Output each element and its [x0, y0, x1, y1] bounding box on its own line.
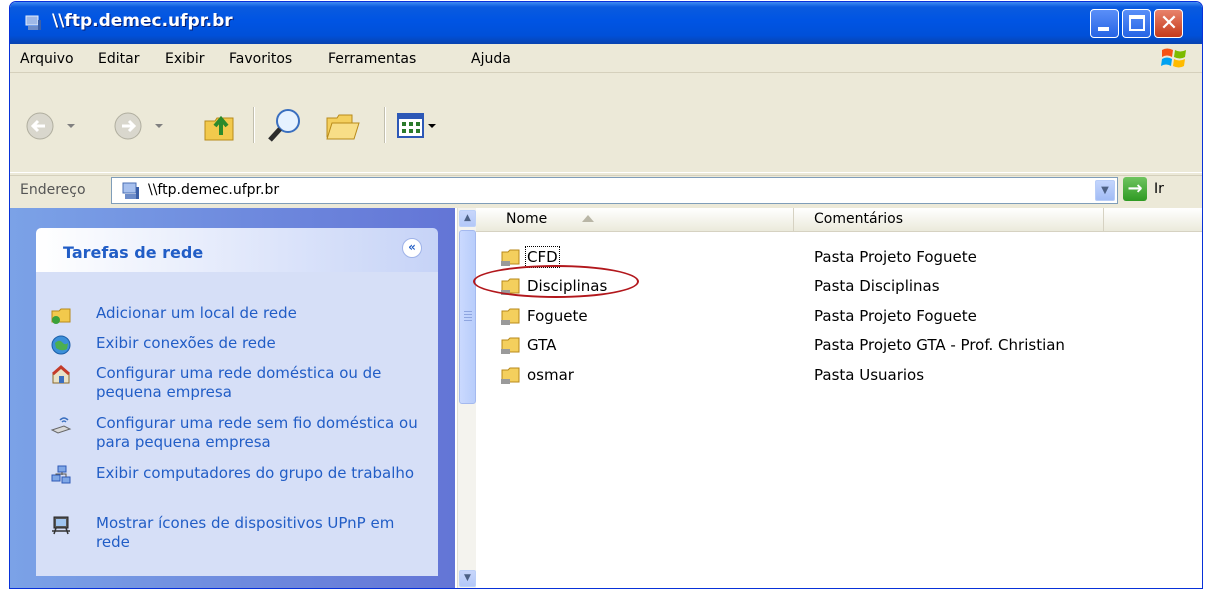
- task-panel-header[interactable]: Tarefas de rede «: [36, 228, 438, 272]
- go-arrow-icon[interactable]: →: [1123, 177, 1147, 201]
- column-header-empty: [1104, 208, 1202, 232]
- scrollbar-thumb[interactable]: [459, 230, 476, 404]
- vertical-scrollbar[interactable]: ▲ ▼: [457, 208, 476, 588]
- menu-bar: Arquivo Editar Exibir Favoritos Ferramen…: [10, 44, 1202, 73]
- minimize-button[interactable]: [1090, 9, 1119, 38]
- content-area: Tarefas de rede « Adicionar um local de …: [10, 208, 1202, 588]
- table-row[interactable]: osmar Pasta Usuarios: [476, 363, 1202, 388]
- wireless-network-icon: [50, 417, 72, 434]
- chevron-down-icon[interactable]: ▼: [1095, 180, 1115, 201]
- maximize-button[interactable]: [1122, 9, 1151, 38]
- table-row[interactable]: CFD Pasta Projeto Foguete: [476, 245, 1202, 270]
- folders-icon[interactable]: [324, 110, 364, 144]
- close-icon: ✕: [1159, 11, 1179, 36]
- toolbar-separator: [384, 107, 386, 143]
- column-header-nome[interactable]: Nome: [476, 208, 794, 232]
- task-list: Adicionar um local de rede Exibir conexõ…: [36, 272, 438, 576]
- file-name: GTA: [527, 336, 557, 354]
- file-comment: Pasta Projeto Foguete: [814, 307, 977, 325]
- network-drive-icon: [25, 15, 41, 30]
- shared-folder-icon: [501, 367, 520, 384]
- task-pane: Tarefas de rede « Adicionar um local de …: [10, 208, 455, 588]
- file-comment: Pasta Projeto Foguete: [814, 248, 977, 266]
- up-folder-icon[interactable]: [203, 109, 239, 143]
- address-label: Endereço: [20, 182, 86, 198]
- scroll-down-icon[interactable]: ▼: [459, 570, 476, 587]
- address-input[interactable]: \\ftp.demec.ufpr.br ▼: [111, 177, 1118, 204]
- network-connections-icon: [51, 335, 71, 355]
- forward-icon[interactable]: [113, 111, 169, 141]
- window-title: \\ftp.demec.ufpr.br: [52, 11, 233, 31]
- menu-favoritos[interactable]: Favoritos: [229, 51, 292, 67]
- maximize-icon: [1129, 15, 1145, 31]
- go-button[interactable]: Ir: [1154, 181, 1164, 197]
- menu-arquivo[interactable]: Arquivo: [20, 51, 74, 67]
- title-bar[interactable]: \\ftp.demec.ufpr.br ✕: [10, 2, 1202, 44]
- back-icon[interactable]: [25, 111, 81, 141]
- column-header-comentarios[interactable]: Comentários: [794, 208, 1104, 232]
- file-comment: Pasta Usuarios: [814, 366, 925, 384]
- file-comment: Pasta Projeto GTA - Prof. Christian: [814, 336, 1065, 354]
- task-panel-title: Tarefas de rede: [63, 243, 204, 262]
- address-bar: Endereço \\ftp.demec.ufpr.br ▼ → Ir: [10, 172, 1202, 209]
- address-value: \\ftp.demec.ufpr.br: [148, 182, 280, 198]
- file-list: Nome Comentários CFD Pasta Projeto Fogue…: [476, 208, 1202, 588]
- file-name: osmar: [527, 366, 574, 384]
- table-row[interactable]: Disciplinas Pasta Disciplinas: [476, 274, 1202, 299]
- explorer-window: \\ftp.demec.ufpr.br ✕ Arquivo Editar Exi…: [9, 1, 1203, 589]
- search-icon[interactable]: [266, 107, 306, 145]
- scroll-up-icon[interactable]: ▲: [459, 210, 476, 227]
- menu-exibir[interactable]: Exibir: [165, 51, 205, 67]
- menu-ferramentas[interactable]: Ferramentas: [328, 51, 416, 67]
- standard-toolbar: [10, 73, 1202, 176]
- file-name: Foguete: [527, 307, 588, 325]
- upnp-device-icon: [52, 516, 70, 535]
- collapse-chevron-icon[interactable]: «: [402, 238, 422, 258]
- home-network-icon: [52, 365, 70, 384]
- add-network-place-icon: [51, 308, 71, 324]
- shared-folder-icon: [501, 249, 520, 266]
- network-tasks-panel: Tarefas de rede « Adicionar um local de …: [36, 228, 438, 576]
- file-name: CFD: [525, 246, 560, 268]
- menu-editar[interactable]: Editar: [98, 51, 139, 67]
- views-icon[interactable]: [396, 112, 440, 140]
- file-comment: Pasta Disciplinas: [814, 277, 940, 295]
- shared-folder-icon: [501, 278, 520, 295]
- windows-logo-icon: [1161, 48, 1186, 68]
- network-drive-icon: [122, 182, 139, 199]
- shared-folder-icon: [501, 308, 520, 325]
- workgroup-computers-icon: [51, 465, 71, 484]
- table-row[interactable]: Foguete Pasta Projeto Foguete: [476, 304, 1202, 329]
- toolbar-separator: [253, 107, 255, 143]
- close-button[interactable]: ✕: [1154, 9, 1183, 38]
- file-name: Disciplinas: [527, 277, 608, 295]
- table-row[interactable]: GTA Pasta Projeto GTA - Prof. Christian: [476, 333, 1202, 358]
- menu-ajuda[interactable]: Ajuda: [471, 51, 511, 67]
- minimize-icon: [1098, 27, 1109, 31]
- shared-folder-icon: [501, 337, 520, 354]
- sort-ascending-icon: [582, 215, 594, 222]
